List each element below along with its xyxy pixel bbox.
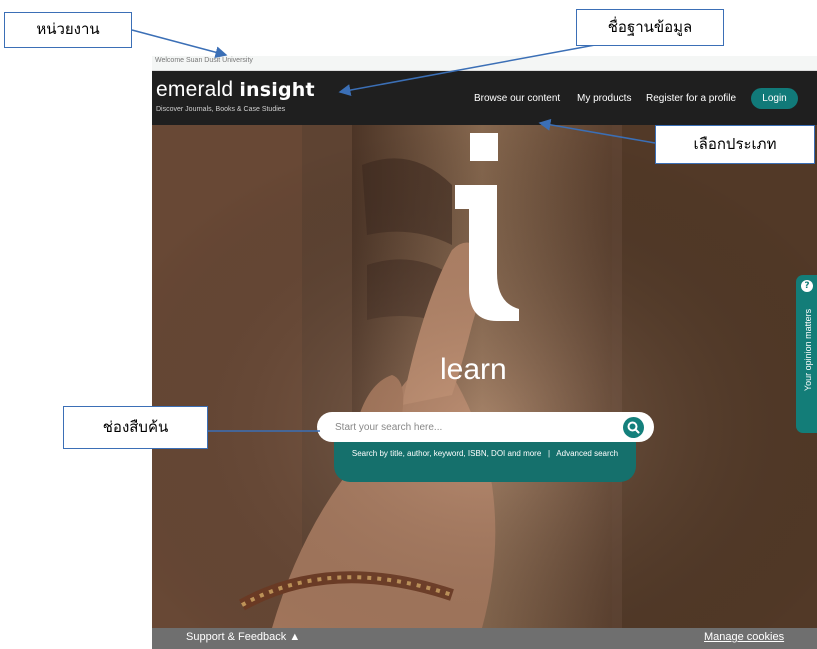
callout-choose-type: เลือกประเภท bbox=[655, 125, 815, 164]
arrow-agency bbox=[131, 29, 228, 59]
arrow-choose-type bbox=[538, 118, 656, 144]
callout-search-field: ช่องสืบค้น bbox=[63, 406, 208, 449]
callout-agency: หน่วยงาน bbox=[4, 12, 132, 48]
arrow-database-name bbox=[338, 44, 596, 96]
annotation-arrows bbox=[131, 29, 656, 432]
callout-database-name: ชื่อฐานข้อมูล bbox=[576, 9, 724, 46]
